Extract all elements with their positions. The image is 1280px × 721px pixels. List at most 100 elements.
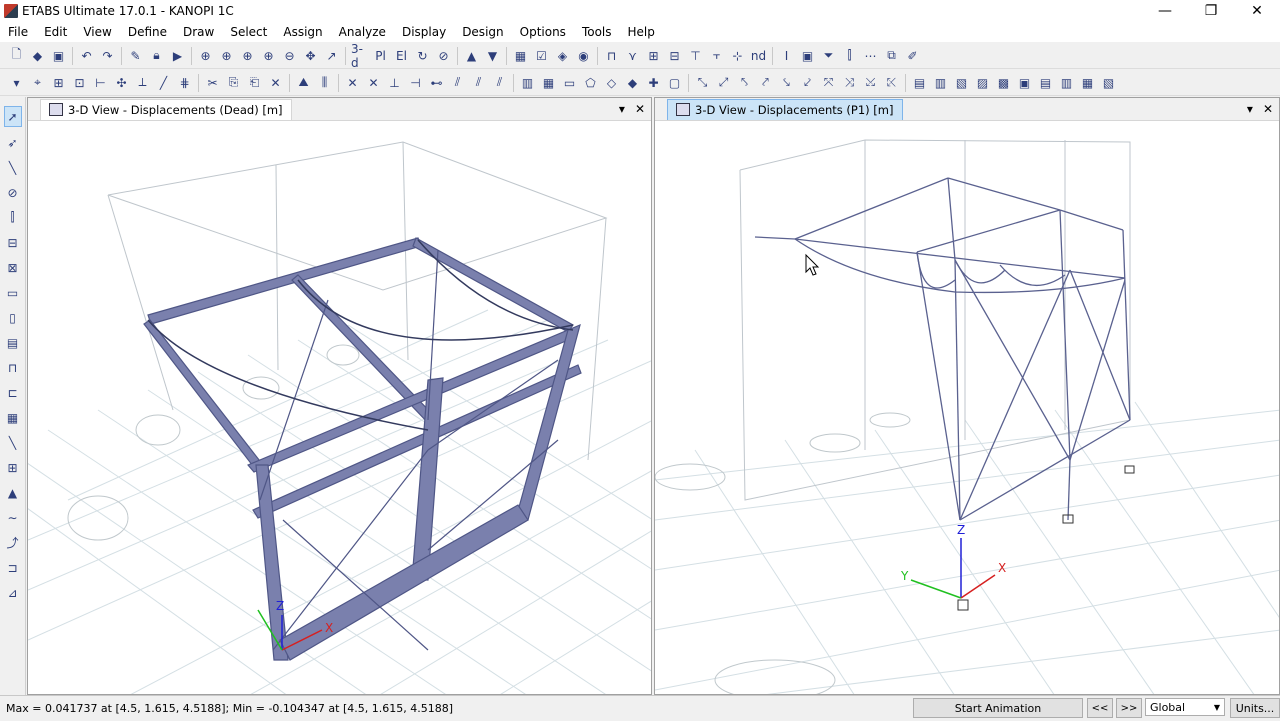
assign-link-icon[interactable]: ⤥: [778, 74, 795, 91]
column-section-icon[interactable]: ⫿: [841, 47, 858, 64]
elevation-view-button[interactable]: El: [393, 47, 410, 64]
slash3-icon[interactable]: ⫽: [491, 74, 508, 91]
area-rect-icon[interactable]: ▭: [561, 74, 578, 91]
menu-options[interactable]: Options: [512, 25, 574, 39]
draw-opening-icon[interactable]: ▤: [5, 333, 21, 352]
object-shrink-icon[interactable]: ▦: [512, 47, 529, 64]
wall-draw-icon[interactable]: ⊞: [645, 47, 662, 64]
coord-system-select[interactable]: Global ▼: [1145, 698, 1225, 716]
design-steel-icon[interactable]: ▤: [911, 74, 928, 91]
design-composite-icon[interactable]: ▧: [953, 74, 970, 91]
move-up-icon[interactable]: ▲: [463, 47, 480, 64]
zoom-in-icon[interactable]: ⊕: [218, 47, 235, 64]
snap-grid-icon[interactable]: ⋕: [176, 74, 193, 91]
menu-help[interactable]: Help: [620, 25, 663, 39]
menu-design[interactable]: Design: [454, 25, 511, 39]
area-quad-icon[interactable]: ◇: [603, 74, 620, 91]
close-window-button[interactable]: ✕: [1234, 0, 1280, 22]
assign-hinge-icon[interactable]: ⤨: [841, 74, 858, 91]
beam-icon[interactable]: ⊥: [386, 74, 403, 91]
menu-file[interactable]: File: [0, 25, 36, 39]
toolbar-dropdown-icon[interactable]: ▾: [8, 74, 25, 91]
snap-joint-icon[interactable]: ⊞: [50, 74, 67, 91]
snap-line-icon[interactable]: ╱: [155, 74, 172, 91]
left-view-canvas[interactable]: X Z: [28, 120, 652, 695]
menu-define[interactable]: Define: [120, 25, 175, 39]
left-3d-view-pane[interactable]: 3-D View - Displacements (Dead) [m] ▾ ✕: [27, 97, 652, 695]
draw-wall-icon[interactable]: ▯: [5, 308, 21, 327]
draw-beam-icon[interactable]: ⊟: [5, 233, 21, 252]
save-icon[interactable]: ▣: [50, 47, 67, 64]
restore-button[interactable]: ❐: [1188, 0, 1234, 22]
draw-tendon-icon[interactable]: ⤴: [5, 533, 21, 552]
copy-icon[interactable]: ⎘: [225, 74, 242, 91]
run-analysis-icon[interactable]: ▶: [169, 47, 186, 64]
design-beam-icon[interactable]: ▦: [1079, 74, 1096, 91]
show-deformed-icon[interactable]: ◈: [554, 47, 571, 64]
paste-icon[interactable]: ⎗: [246, 74, 263, 91]
right-view-canvas[interactable]: Z X Y: [655, 120, 1280, 695]
menu-edit[interactable]: Edit: [36, 25, 75, 39]
beam-draw-icon[interactable]: ⫟: [708, 47, 725, 64]
left-view-tab[interactable]: 3-D View - Displacements (Dead) [m]: [40, 98, 292, 120]
left-view-menu-icon[interactable]: ▾: [619, 102, 625, 116]
area-poly-icon[interactable]: ⬠: [582, 74, 599, 91]
snap-end-icon[interactable]: ⊡: [71, 74, 88, 91]
menu-select[interactable]: Select: [222, 25, 275, 39]
right-view-tab[interactable]: 3-D View - Displacements (P1) [m]: [667, 98, 903, 120]
design-joist-icon[interactable]: ▨: [974, 74, 991, 91]
area-icon[interactable]: ▥: [519, 74, 536, 91]
snap-perpendicular-icon[interactable]: ⟂: [134, 74, 151, 91]
draw-spring-icon[interactable]: ∼: [5, 508, 21, 527]
draw-slab-icon[interactable]: ⊓: [5, 358, 21, 377]
move-down-icon[interactable]: ▼: [484, 47, 501, 64]
draw-frame-icon[interactable]: ⊘: [5, 183, 21, 202]
area-grid-icon[interactable]: ▦: [540, 74, 557, 91]
cut-icon[interactable]: ✂: [204, 74, 221, 91]
rotate-view-icon[interactable]: ↻: [414, 47, 431, 64]
assign-point-icon[interactable]: ⤣: [736, 74, 753, 91]
slash-icon[interactable]: ⫽: [449, 74, 466, 91]
start-animation-button[interactable]: Start Animation: [913, 698, 1083, 718]
cross-icon[interactable]: ✕: [365, 74, 382, 91]
design-wall-icon[interactable]: ▩: [995, 74, 1012, 91]
right-3d-view-pane[interactable]: 3-D View - Displacements (P1) [m] ▾ ✕ Z …: [654, 97, 1280, 695]
draw-line-icon[interactable]: ╲: [5, 158, 21, 177]
column-draw-icon[interactable]: ⊤: [687, 47, 704, 64]
design-extra-icon[interactable]: ▧: [1100, 74, 1117, 91]
paint-icon[interactable]: ✐: [904, 47, 921, 64]
frame-draw-icon[interactable]: ⊓: [603, 47, 620, 64]
delete-icon[interactable]: ✕: [267, 74, 284, 91]
right-view-close-button[interactable]: ✕: [1263, 102, 1273, 116]
draw-area-icon[interactable]: ▦: [5, 408, 21, 427]
design-report-icon[interactable]: ▤: [1037, 74, 1054, 91]
undo-icon[interactable]: ↶: [78, 47, 95, 64]
set-display-icon[interactable]: ☑: [533, 47, 550, 64]
assign-spring-icon[interactable]: ⤦: [799, 74, 816, 91]
area-frame-icon[interactable]: ▢: [666, 74, 683, 91]
menu-view[interactable]: View: [75, 25, 119, 39]
joint-icon[interactable]: ⌖: [29, 74, 46, 91]
assign-mesh-icon[interactable]: ⤩: [862, 74, 879, 91]
link-icon[interactable]: ⊣: [407, 74, 424, 91]
menu-tools[interactable]: Tools: [574, 25, 620, 39]
menu-draw[interactable]: Draw: [175, 25, 222, 39]
copy-props-icon[interactable]: ⧉: [883, 47, 900, 64]
draw-column-icon[interactable]: ⫿: [5, 208, 21, 227]
view-3d-button[interactable]: 3-d: [351, 43, 368, 68]
design-concrete-icon[interactable]: ▥: [932, 74, 949, 91]
draw-section-cut-icon[interactable]: ⊐: [5, 558, 21, 577]
left-view-close-button[interactable]: ✕: [635, 102, 645, 116]
zoom-step-in-icon[interactable]: ⊕: [260, 47, 277, 64]
text-cursor-icon[interactable]: I: [778, 47, 795, 64]
frame-select-icon[interactable]: ⛰: [295, 74, 312, 91]
assign-diaphragm-icon[interactable]: ⤪: [883, 74, 900, 91]
section-select-icon[interactable]: ▣: [799, 47, 816, 64]
assign-release-icon[interactable]: ⤧: [820, 74, 837, 91]
draw-grid-icon[interactable]: ⊞: [5, 458, 21, 477]
zoom-out-icon[interactable]: ⊖: [281, 47, 298, 64]
measure-icon[interactable]: ↗: [323, 47, 340, 64]
pan-icon[interactable]: ✥: [302, 47, 319, 64]
design-check-icon[interactable]: ▣: [1016, 74, 1033, 91]
design-more-icon[interactable]: ▥: [1058, 74, 1075, 91]
